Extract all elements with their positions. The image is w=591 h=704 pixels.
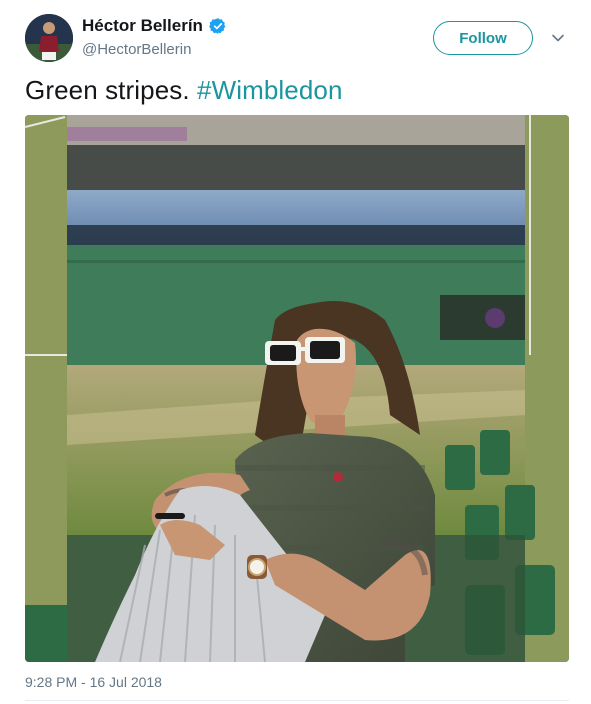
display-name[interactable]: Héctor Bellerín	[82, 16, 203, 36]
follow-button[interactable]: Follow	[433, 21, 533, 55]
tweet-text: Green stripes. #Wimbledon	[25, 75, 343, 106]
hashtag-link[interactable]: #Wimbledon	[197, 75, 343, 105]
tweet-timestamp[interactable]: 9:28 PM - 16 Jul 2018	[25, 674, 162, 690]
avatar[interactable]	[25, 14, 73, 62]
author-handle[interactable]: @HectorBellerin	[82, 41, 191, 58]
tennis-court-photo	[25, 115, 569, 662]
verified-badge-icon	[209, 17, 227, 35]
divider	[25, 700, 569, 701]
author-name-row[interactable]: Héctor Bellerín	[82, 16, 227, 36]
chevron-down-icon[interactable]	[550, 30, 566, 46]
player-avatar-icon	[25, 14, 73, 62]
tweet-photo[interactable]	[25, 115, 569, 662]
tweet-card: Héctor Bellerín @HectorBellerin Follow G…	[0, 0, 591, 704]
tweet-body: Green stripes.	[25, 75, 198, 105]
